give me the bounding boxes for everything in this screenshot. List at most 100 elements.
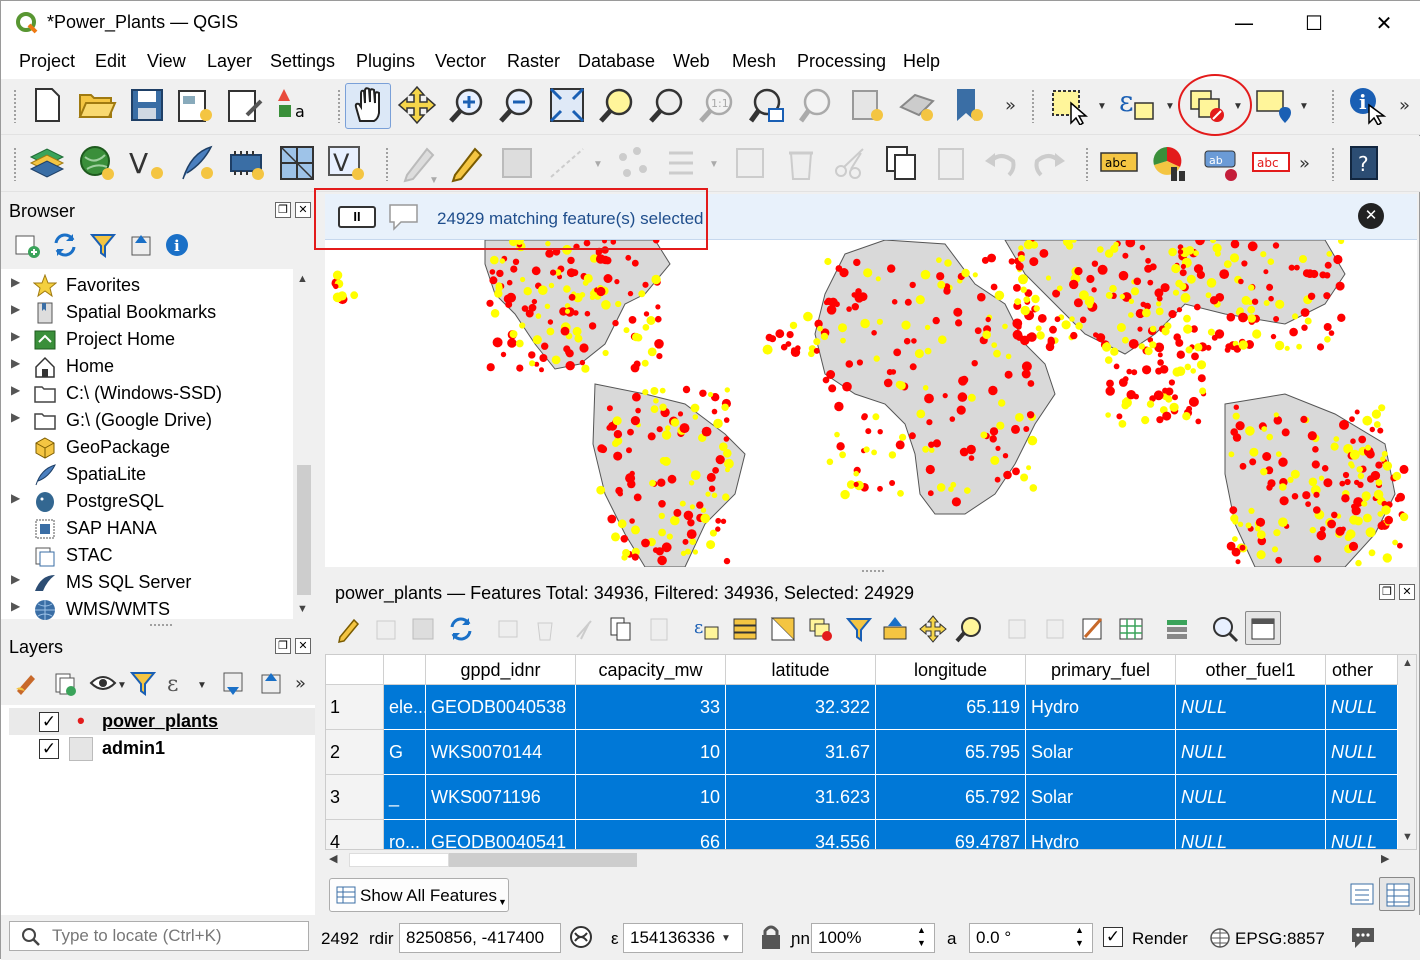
dropdown-arrow-icon[interactable]: ▼ xyxy=(117,680,127,691)
menu-project[interactable]: Project xyxy=(19,51,75,72)
save-layer-edits-icon[interactable] xyxy=(497,143,537,183)
redo-icon[interactable] xyxy=(1029,143,1069,183)
table-cell[interactable]: NULL xyxy=(1326,820,1398,849)
messages-icon[interactable] xyxy=(1349,925,1377,951)
new-bookmark-icon[interactable] xyxy=(947,85,987,125)
dropdown-arrow-icon[interactable]: ▼ xyxy=(1165,101,1175,112)
multi-edit-icon[interactable] xyxy=(373,615,401,643)
expand-arrow-icon[interactable]: ▶ xyxy=(11,491,20,505)
browser-item[interactable]: ▶ PostgreSQL xyxy=(1,488,293,515)
browser-item[interactable]: ▶ C:\ (Windows-SSD) xyxy=(1,380,293,407)
filter-browser-icon[interactable] xyxy=(89,231,117,259)
menu-vector[interactable]: Vector xyxy=(435,51,486,72)
spin-down-icon[interactable]: ▼ xyxy=(917,938,926,948)
column-header-capacity-mw[interactable]: capacity_mw xyxy=(576,655,726,685)
menu-help[interactable]: Help xyxy=(903,51,940,72)
scrollbar-thumb[interactable] xyxy=(449,853,637,867)
cut-icon[interactable] xyxy=(569,615,597,643)
undo-icon[interactable] xyxy=(981,143,1021,183)
row-header[interactable]: 4 xyxy=(326,820,384,849)
browser-item[interactable]: GeoPackage xyxy=(1,434,293,461)
browser-item[interactable]: ▶ Project Home xyxy=(1,326,293,353)
new-temporary-layer-icon[interactable] xyxy=(227,143,267,183)
table-cell[interactable]: ro... xyxy=(384,820,426,849)
new-project-icon[interactable] xyxy=(27,85,67,125)
column-header[interactable] xyxy=(384,655,426,685)
toolbar-overflow-icon[interactable]: » xyxy=(1005,95,1016,116)
browser-item[interactable]: ▶ Spatial Bookmarks xyxy=(1,299,293,326)
zoom-to-selected-icon[interactable] xyxy=(955,615,983,643)
reload-table-icon[interactable] xyxy=(447,615,475,643)
filter-select-features-icon[interactable] xyxy=(845,615,873,643)
enable-properties-widget-icon[interactable]: i xyxy=(163,231,191,259)
table-cell[interactable]: ele... xyxy=(384,685,426,730)
render-checkbox[interactable]: ✓ xyxy=(1103,927,1123,947)
table-cell[interactable]: 66 xyxy=(576,820,726,849)
scroll-down-arrow-icon[interactable]: ▼ xyxy=(297,603,308,615)
row-header[interactable]: 1 xyxy=(326,685,384,730)
paste-icon[interactable] xyxy=(645,615,673,643)
close-window-button[interactable]: ✕ xyxy=(1349,1,1419,45)
minimize-button[interactable]: — xyxy=(1209,1,1279,45)
spin-down-icon[interactable]: ▼ xyxy=(1075,938,1084,948)
new-print-layout-icon[interactable] xyxy=(175,85,215,125)
organize-columns-icon[interactable] xyxy=(1249,615,1277,643)
add-vector-layer-icon[interactable] xyxy=(77,143,117,183)
float-panel-button[interactable]: ❐ xyxy=(1379,584,1395,600)
dropdown-arrow-icon[interactable]: ▼ xyxy=(197,680,207,691)
row-header[interactable]: 2 xyxy=(326,730,384,775)
row-header[interactable]: 3 xyxy=(326,775,384,820)
manage-map-themes-icon[interactable] xyxy=(89,669,117,697)
scroll-up-arrow-icon[interactable]: ▲ xyxy=(297,273,308,285)
copy-features-icon[interactable] xyxy=(881,143,921,183)
table-cell[interactable]: 31.67 xyxy=(726,730,876,775)
toolbar-overflow-icon[interactable]: » xyxy=(1399,95,1410,116)
browser-scrollbar[interactable]: ▲ ▼ xyxy=(293,269,315,619)
toolbar-grip[interactable] xyxy=(13,89,17,123)
zoom-full-icon[interactable] xyxy=(547,85,587,125)
table-horizontal-scrollbar[interactable]: ◀ ▶ xyxy=(325,850,1397,870)
expand-arrow-icon[interactable]: ▶ xyxy=(11,410,20,424)
zoom-next-icon[interactable] xyxy=(797,85,837,125)
select-features-icon[interactable] xyxy=(1049,85,1089,125)
pan-map-icon[interactable] xyxy=(348,85,388,125)
expand-arrow-icon[interactable]: ▶ xyxy=(11,329,20,343)
toolbar-grip[interactable] xyxy=(337,89,341,123)
table-cell[interactable]: Hydro xyxy=(1026,820,1176,849)
field-calculator-icon[interactable] xyxy=(1079,615,1107,643)
pan-to-selection-icon[interactable] xyxy=(397,85,437,125)
browser-item[interactable]: ▶ G:\ (Google Drive) xyxy=(1,407,293,434)
label-toolbar-icon[interactable]: abc xyxy=(1099,143,1139,183)
browser-item[interactable]: SAP HANA xyxy=(1,515,293,542)
table-cell[interactable]: 65.795 xyxy=(876,730,1026,775)
deselect-all-icon[interactable] xyxy=(807,615,835,643)
zoom-last-icon[interactable] xyxy=(747,85,787,125)
table-cell[interactable]: NULL xyxy=(1176,820,1326,849)
table-cell[interactable]: 34.556 xyxy=(726,820,876,849)
identify-features-icon[interactable]: i xyxy=(1347,85,1387,125)
delete-field-icon[interactable] xyxy=(1043,615,1071,643)
dropdown-arrow-icon[interactable]: ▼ xyxy=(429,175,439,186)
show-all-features-button[interactable]: Show All Features ▼ xyxy=(329,878,509,912)
menu-settings[interactable]: Settings xyxy=(270,51,335,72)
expand-all-icon[interactable] xyxy=(219,669,247,697)
new-virtual-layer-icon[interactable] xyxy=(277,143,317,183)
expand-arrow-icon[interactable]: ▶ xyxy=(11,383,20,397)
table-view-toggle-active[interactable] xyxy=(1379,877,1415,911)
toggle-extents-icon[interactable] xyxy=(567,923,595,951)
collapse-all-icon[interactable] xyxy=(127,231,155,259)
dropdown-arrow-icon[interactable]: ▼ xyxy=(721,933,731,944)
table-cell[interactable]: WKS0071196 xyxy=(426,775,576,820)
new-spatialite-layer-icon[interactable] xyxy=(177,143,217,183)
column-header-latitude[interactable]: latitude xyxy=(726,655,876,685)
projection-globe-icon[interactable] xyxy=(1209,927,1231,949)
table-cell[interactable]: Solar xyxy=(1026,775,1176,820)
toggle-editing-icon[interactable] xyxy=(335,615,363,643)
add-selected-layers-icon[interactable] xyxy=(13,231,41,259)
expand-arrow-icon[interactable]: ▶ xyxy=(11,356,20,370)
browser-item[interactable]: ▶ MS SQL Server xyxy=(1,569,293,596)
table-cell[interactable]: NULL xyxy=(1176,775,1326,820)
menu-edit[interactable]: Edit xyxy=(95,51,126,72)
refresh-icon[interactable] xyxy=(51,231,79,259)
toolbar-grip[interactable] xyxy=(1331,89,1335,123)
